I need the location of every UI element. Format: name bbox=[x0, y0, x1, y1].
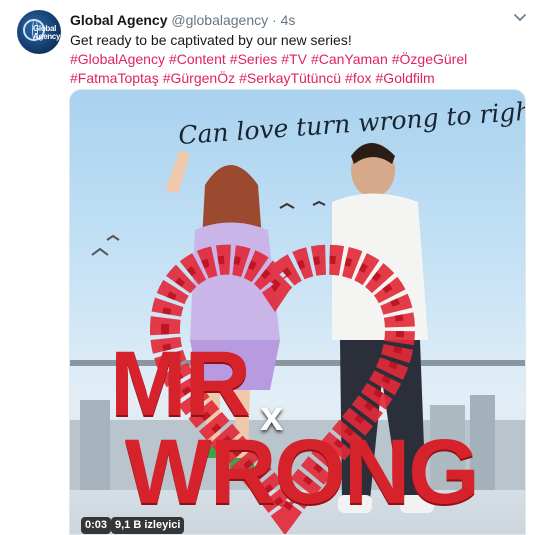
avatar[interactable]: Global Agency bbox=[17, 10, 61, 54]
author-name[interactable]: Global Agency bbox=[70, 12, 168, 28]
hashtag-link[interactable]: #fox bbox=[345, 70, 371, 86]
hashtag-line-2: #FatmaToptaş #GürgenÖz #SerkayTütüncü #fox #… bbox=[70, 69, 530, 88]
hashtag-line-1: #GlobalAgency #Content #Series #TV #CanYaman… bbox=[70, 50, 530, 69]
tweet-header: Global Agency @globalagency · 4s bbox=[70, 11, 295, 29]
tweet-timestamp[interactable]: 4s bbox=[281, 12, 296, 28]
poster-title-bottom: WRONG bbox=[125, 421, 480, 523]
header-separator: · bbox=[272, 12, 277, 28]
hashtag-link[interactable]: #GürgenÖz bbox=[163, 70, 235, 86]
author-handle[interactable]: @globalagency bbox=[171, 12, 268, 28]
video-player[interactable]: Can love turn wrong to right? MR x WRONG bbox=[69, 89, 526, 535]
hashtag-link[interactable]: #CanYaman bbox=[311, 51, 388, 67]
hashtag-link[interactable]: #Series bbox=[230, 51, 277, 67]
hashtag-link[interactable]: #SerkayTütüncü bbox=[239, 70, 341, 86]
chevron-down-icon[interactable] bbox=[513, 11, 527, 25]
hashtag-link[interactable]: #ÖzgeGürel bbox=[392, 51, 467, 67]
tweet-body: Get ready to be captivated by our new se… bbox=[70, 32, 352, 48]
tweet-text: Get ready to be captivated by our new se… bbox=[70, 31, 530, 88]
view-count: 9,1 B izleyici bbox=[111, 517, 185, 534]
hashtag-link[interactable]: #Goldfilm bbox=[376, 70, 435, 86]
hashtag-link[interactable]: #GlobalAgency bbox=[70, 51, 165, 67]
hashtag-link[interactable]: #Content bbox=[169, 51, 226, 67]
hashtag-link[interactable]: #FatmaToptaş bbox=[70, 70, 159, 86]
avatar-logo-text: Global Agency bbox=[33, 24, 61, 41]
video-duration: 0:03 bbox=[81, 517, 112, 534]
hashtag-link[interactable]: #TV bbox=[281, 51, 307, 67]
